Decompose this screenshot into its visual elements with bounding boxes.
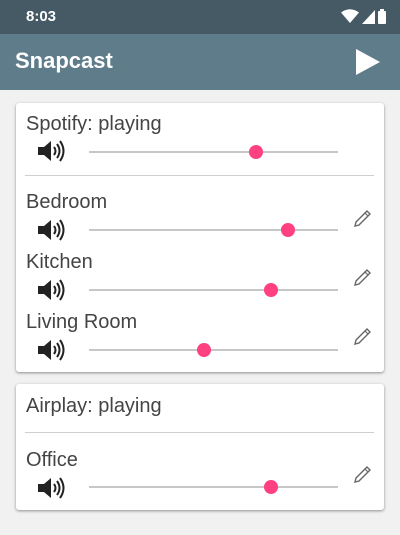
slider-thumb[interactable] <box>263 283 278 297</box>
client-name-kitchen: Kitchen <box>26 251 93 273</box>
edit-pencil-icon[interactable] <box>352 265 374 287</box>
speaker-icon[interactable] <box>36 278 66 302</box>
speaker-icon[interactable] <box>36 218 66 242</box>
client-volume-slider-office[interactable] <box>89 478 338 496</box>
speaker-icon[interactable] <box>36 476 66 500</box>
divider <box>25 432 374 433</box>
slider-track <box>89 151 338 153</box>
app-title: Snapcast <box>15 48 113 73</box>
client-name-bedroom: Bedroom <box>26 191 108 213</box>
speaker-icon[interactable] <box>36 338 66 362</box>
client-volume-slider-living-room[interactable] <box>89 341 338 359</box>
group-volume-slider[interactable] <box>89 143 338 161</box>
divider <box>25 175 374 176</box>
wifi-icon <box>341 9 359 23</box>
group-card-spotify: Spotify: playing Bedroom Kitchen Living … <box>16 103 384 372</box>
stream-title: Airplay: playing <box>26 395 162 417</box>
status-time: 8:03 <box>26 8 57 25</box>
client-name-living-room: Living Room <box>26 311 138 333</box>
slider-thumb[interactable] <box>248 145 263 159</box>
slider-track <box>89 229 338 231</box>
edit-pencil-icon[interactable] <box>352 462 374 484</box>
battery-icon <box>378 9 386 24</box>
status-bar: 8:03 <box>0 0 400 34</box>
signal-icon <box>362 9 375 24</box>
group-card-airplay: Airplay: playing Office <box>16 384 384 510</box>
stream-title: Spotify: playing <box>26 113 162 135</box>
edit-pencil-icon[interactable] <box>352 206 374 228</box>
app-bar: Snapcast <box>0 34 400 90</box>
slider-thumb[interactable] <box>281 223 296 237</box>
slider-thumb[interactable] <box>263 480 278 494</box>
client-volume-slider-kitchen[interactable] <box>89 281 338 299</box>
speaker-icon[interactable] <box>36 139 66 163</box>
slider-thumb[interactable] <box>196 343 211 357</box>
client-name-office: Office <box>26 449 78 471</box>
slider-track <box>89 289 338 291</box>
edit-pencil-icon[interactable] <box>352 324 374 346</box>
client-volume-slider-bedroom[interactable] <box>89 221 338 239</box>
status-icons <box>341 9 386 24</box>
slider-track <box>89 349 338 351</box>
slider-track <box>89 486 338 488</box>
play-icon[interactable] <box>354 47 382 77</box>
